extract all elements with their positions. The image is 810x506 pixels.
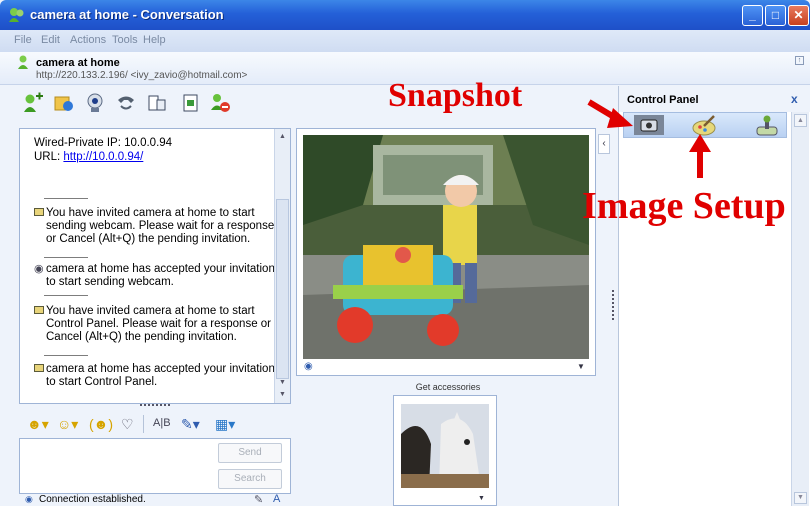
display-picture-frame: ▼ — [393, 395, 497, 506]
image-setup-annotation: Image Setup — [582, 185, 786, 227]
menu-actions[interactable]: Actions — [70, 34, 106, 46]
collapse-header-icon[interactable]: ↑ — [795, 56, 804, 65]
menu-help[interactable]: Help — [143, 34, 166, 46]
chat-separator — [44, 355, 88, 356]
image-setup-arrow — [688, 132, 712, 180]
contact-name: camera at home — [36, 57, 120, 69]
chat-separator — [44, 295, 88, 296]
contact-status-icon — [17, 55, 33, 69]
vertical-splitter[interactable] — [612, 290, 614, 320]
close-button[interactable]: ✕ — [788, 5, 809, 26]
control-panel-header: Control Panel x — [619, 86, 810, 112]
splitter-grip[interactable] — [140, 404, 170, 406]
envelope-icon — [34, 306, 44, 314]
chat-message-3: You have invited camera at home to start… — [34, 305, 286, 344]
chat-info-ip: Wired-Private IP: 10.0.0.94 — [34, 137, 173, 149]
chat-separator — [44, 257, 88, 258]
snapshot-annotation: Snapshot — [388, 77, 523, 114]
window-title: camera at home - Conversation — [30, 7, 224, 22]
toolbar-divider — [143, 415, 144, 433]
message-input[interactable]: Send Search — [19, 438, 291, 494]
messenger-buddy-icon — [8, 7, 26, 23]
webcam-video[interactable] — [303, 135, 589, 359]
display-picture-dropdown[interactable]: ▼ — [478, 495, 485, 502]
chat-message-1: You have invited camera at home to start… — [34, 207, 286, 246]
scroll-end-icon[interactable]: ▼ — [279, 391, 286, 398]
voice-clip-icon[interactable]: ♡ — [121, 416, 134, 433]
control-panel-scrollbar[interactable]: ▲ ▼ — [791, 112, 809, 506]
control-panel-title: Control Panel — [627, 94, 699, 106]
chat-message-4-text: camera at home has accepted your invitat… — [46, 363, 275, 388]
control-panel-close[interactable]: x — [791, 92, 798, 106]
menu-file[interactable]: File — [14, 34, 32, 46]
chat-message-1-text: You have invited camera at home to start… — [46, 207, 275, 245]
chat-info-url-line: URL: http://10.0.0.94/ — [34, 151, 284, 164]
pan-tilt-control-button[interactable] — [752, 114, 782, 136]
games-icon[interactable] — [180, 92, 202, 114]
webcam-panel: ◉ ▼ — [296, 128, 596, 376]
status-text: Connection established. — [39, 494, 146, 505]
block-icon[interactable] — [209, 92, 231, 114]
nudge-icon[interactable]: (☻) — [89, 416, 113, 432]
cp-scroll-down-icon[interactable]: ▼ — [794, 492, 807, 504]
collapse-panel-button[interactable]: ‹ — [598, 134, 610, 154]
chat-message-3-text: You have invited camera at home to start… — [46, 305, 272, 343]
chat-message-2-text: camera at home has accepted your invitat… — [46, 263, 275, 288]
status-icon: ◉ — [25, 494, 33, 504]
send-files-icon[interactable] — [53, 92, 75, 114]
snapshot-arrow — [585, 98, 635, 130]
activities-icon[interactable] — [146, 92, 168, 114]
invite-contact-icon[interactable] — [22, 92, 44, 114]
webcam-icon[interactable] — [84, 92, 106, 114]
envelope-icon — [34, 208, 44, 216]
menu-tools[interactable]: Tools — [112, 34, 138, 46]
chat-message-2: ◉ camera at home has accepted your invit… — [34, 263, 286, 289]
display-picture[interactable] — [401, 404, 489, 488]
maximize-button[interactable]: □ — [765, 5, 786, 26]
cp-scroll-up-icon[interactable]: ▲ — [794, 114, 807, 127]
snapshot-button[interactable] — [634, 115, 664, 135]
chat-scrollbar[interactable]: ▲ ▼ ▼ — [274, 129, 290, 403]
status-bar: ◉ Connection established. ✎ A — [19, 493, 291, 506]
scroll-down-icon[interactable]: ▼ — [279, 379, 286, 386]
ink-icon[interactable]: A — [273, 493, 280, 505]
contact-address: http://220.133.2.196/ <ivy_zavio@hotmail… — [36, 70, 248, 81]
menu-edit[interactable]: Edit — [41, 34, 60, 46]
background-icon[interactable]: ▦▾ — [215, 416, 235, 433]
font-icon[interactable]: A|B — [153, 417, 171, 429]
chat-separator — [44, 198, 88, 199]
envelope-icon — [34, 364, 44, 372]
webcam-menu-dropdown[interactable]: ▼ — [577, 362, 585, 371]
emoticon-icon[interactable]: ☻▾ — [27, 416, 49, 433]
chat-info-url-label: URL: — [34, 151, 64, 163]
control-panel: Control Panel x ▲ ▼ — [618, 86, 810, 506]
scroll-up-icon[interactable]: ▲ — [279, 133, 286, 140]
format-toolbar: ☻▾ ☺▾ (☻) ♡ A|B ✎▾ ▦▾ — [19, 412, 291, 438]
pen-icon[interactable]: ✎ — [254, 493, 263, 506]
color-icon[interactable]: ✎▾ — [181, 416, 200, 433]
wink-icon[interactable]: ☺▾ — [57, 416, 78, 433]
conversation-window: camera at home - Conversation _ □ ✕ File… — [0, 0, 810, 506]
search-button[interactable]: Search — [218, 469, 282, 489]
get-accessories-label[interactable]: Get accessories — [393, 382, 503, 392]
minimize-button[interactable]: _ — [742, 5, 763, 26]
chat-history: Wired-Private IP: 10.0.0.94 URL: http://… — [19, 128, 291, 404]
chat-url-link[interactable]: http://10.0.0.94/ — [63, 151, 143, 163]
chat-scroll-thumb[interactable] — [276, 199, 289, 379]
send-button[interactable]: Send — [218, 443, 282, 463]
webcam-status-icon: ◉ — [304, 361, 313, 372]
chat-message-4: camera at home has accepted your invitat… — [34, 363, 286, 389]
phone-icon[interactable] — [115, 92, 137, 114]
webcam-small-icon: ◉ — [34, 263, 44, 275]
